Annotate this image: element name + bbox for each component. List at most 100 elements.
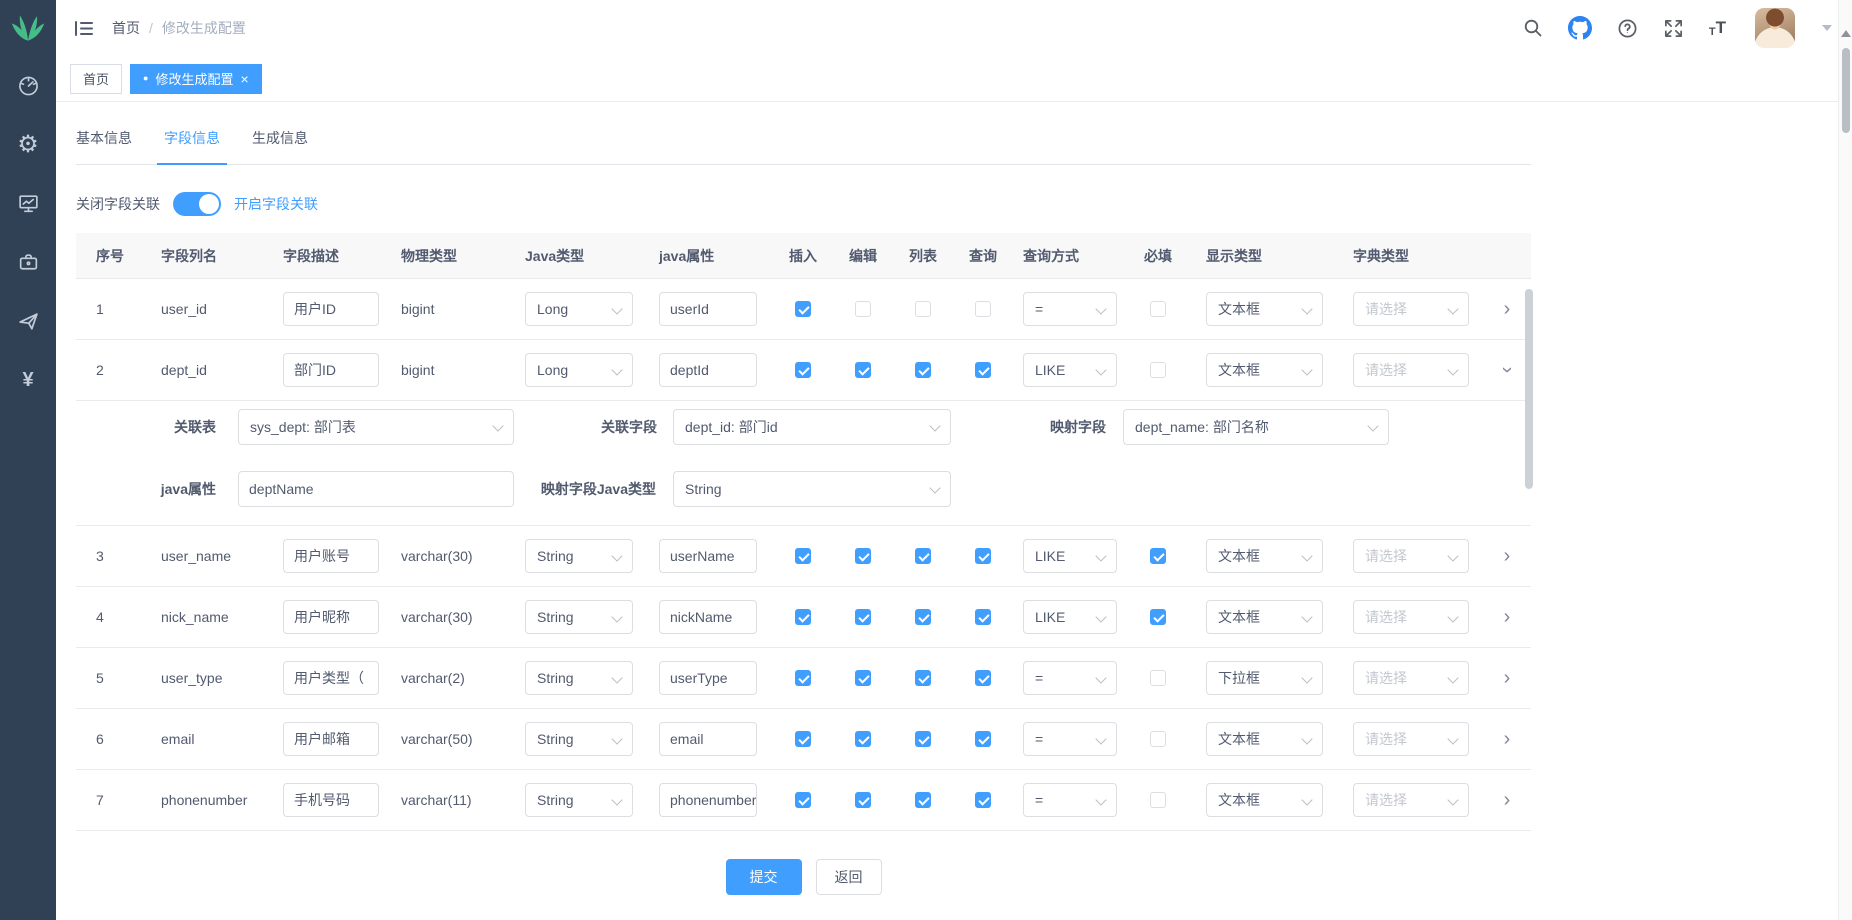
edit-checkbox[interactable] bbox=[855, 609, 871, 625]
required-checkbox[interactable] bbox=[1150, 670, 1166, 686]
query-checkbox[interactable] bbox=[975, 731, 991, 747]
java-field-input[interactable]: email bbox=[659, 722, 757, 756]
user-avatar[interactable] bbox=[1755, 8, 1795, 48]
row-expand-icon[interactable]: › bbox=[1504, 729, 1511, 749]
tab-basic-info[interactable]: 基本信息 bbox=[69, 128, 139, 165]
row-expand-icon[interactable]: › bbox=[1504, 668, 1511, 688]
java-type-select[interactable]: Long bbox=[525, 353, 633, 387]
submit-button[interactable]: 提交 bbox=[726, 859, 802, 895]
display-type-select[interactable]: 下拉框 bbox=[1206, 661, 1323, 695]
dict-type-select[interactable]: 请选择 bbox=[1353, 600, 1469, 634]
row-expand-icon[interactable]: › bbox=[1504, 299, 1511, 319]
column-desc-input[interactable]: 部门ID bbox=[283, 353, 379, 387]
query-type-select[interactable]: = bbox=[1023, 292, 1117, 326]
required-checkbox[interactable] bbox=[1150, 362, 1166, 378]
column-desc-input[interactable]: 用户ID bbox=[283, 292, 379, 326]
insert-checkbox[interactable] bbox=[795, 362, 811, 378]
tag-home[interactable]: 首页 bbox=[70, 64, 122, 94]
sidebar-item-settings[interactable]: ⚙ bbox=[0, 115, 56, 174]
table-scrollbar-thumb[interactable] bbox=[1525, 289, 1533, 489]
row-expand-icon[interactable]: › bbox=[1504, 546, 1511, 566]
query-type-select[interactable]: = bbox=[1023, 783, 1117, 817]
edit-checkbox[interactable] bbox=[855, 731, 871, 747]
java-field-input[interactable]: userId bbox=[659, 292, 757, 326]
sidebar-item-toolbox[interactable] bbox=[0, 233, 56, 292]
list-checkbox[interactable] bbox=[915, 609, 931, 625]
dict-type-select[interactable]: 请选择 bbox=[1353, 722, 1469, 756]
list-checkbox[interactable] bbox=[915, 548, 931, 564]
java-field-input[interactable]: deptId bbox=[659, 353, 757, 387]
java-field-input[interactable]: phonenumber bbox=[659, 783, 757, 817]
list-checkbox[interactable] bbox=[915, 670, 931, 686]
row-expand-icon[interactable]: › bbox=[1497, 367, 1517, 374]
tag-current-page[interactable]: ● 修改生成配置 × bbox=[130, 64, 262, 94]
dict-type-select[interactable]: 请选择 bbox=[1353, 539, 1469, 573]
query-checkbox[interactable] bbox=[975, 301, 991, 317]
tab-field-info[interactable]: 字段信息 bbox=[157, 128, 227, 165]
row-expand-icon[interactable]: › bbox=[1504, 790, 1511, 810]
column-desc-input[interactable]: 手机号码 bbox=[283, 783, 379, 817]
sidebar-item-finance[interactable]: ¥ bbox=[0, 351, 56, 410]
edit-checkbox[interactable] bbox=[855, 301, 871, 317]
sidebar-item-dashboard[interactable] bbox=[0, 56, 56, 115]
insert-checkbox[interactable] bbox=[795, 731, 811, 747]
map-field-select[interactable]: dept_name: 部门名称 bbox=[1123, 409, 1389, 445]
row-expand-icon[interactable]: › bbox=[1504, 607, 1511, 627]
insert-checkbox[interactable] bbox=[795, 609, 811, 625]
page-scrollbar-thumb[interactable] bbox=[1842, 48, 1850, 133]
required-checkbox[interactable] bbox=[1150, 548, 1166, 564]
dict-type-select[interactable]: 请选择 bbox=[1353, 353, 1469, 387]
edit-checkbox[interactable] bbox=[855, 670, 871, 686]
display-type-select[interactable]: 文本框 bbox=[1206, 353, 1323, 387]
display-type-select[interactable]: 文本框 bbox=[1206, 722, 1323, 756]
column-desc-input[interactable]: 用户邮箱 bbox=[283, 722, 379, 756]
insert-checkbox[interactable] bbox=[795, 670, 811, 686]
tag-close-icon[interactable]: × bbox=[240, 72, 248, 86]
query-type-select[interactable]: LIKE bbox=[1023, 353, 1117, 387]
required-checkbox[interactable] bbox=[1150, 792, 1166, 808]
tab-generate-info[interactable]: 生成信息 bbox=[245, 128, 315, 165]
dict-type-select[interactable]: 请选择 bbox=[1353, 292, 1469, 326]
insert-checkbox[interactable] bbox=[795, 792, 811, 808]
page-scrollbar[interactable] bbox=[1838, 0, 1852, 920]
column-desc-input[interactable]: 用户类型（ bbox=[283, 661, 379, 695]
relation-table-select[interactable]: sys_dept: 部门表 bbox=[238, 409, 514, 445]
menu-fold-icon[interactable] bbox=[74, 20, 94, 37]
query-checkbox[interactable] bbox=[975, 548, 991, 564]
column-desc-input[interactable]: 用户账号 bbox=[283, 539, 379, 573]
display-type-select[interactable]: 文本框 bbox=[1206, 292, 1323, 326]
display-type-select[interactable]: 文本框 bbox=[1206, 539, 1323, 573]
scrollbar-up-arrow-icon[interactable] bbox=[1841, 30, 1851, 37]
query-checkbox[interactable] bbox=[975, 670, 991, 686]
java-type-select[interactable]: String bbox=[525, 722, 633, 756]
dict-type-select[interactable]: 请选择 bbox=[1353, 783, 1469, 817]
insert-checkbox[interactable] bbox=[795, 301, 811, 317]
sidebar-item-send[interactable] bbox=[0, 292, 56, 351]
help-icon[interactable] bbox=[1617, 18, 1638, 39]
chevron-down-icon[interactable] bbox=[1822, 25, 1832, 31]
fullscreen-icon[interactable] bbox=[1663, 18, 1684, 39]
query-type-select[interactable]: LIKE bbox=[1023, 539, 1117, 573]
required-checkbox[interactable] bbox=[1150, 731, 1166, 747]
font-size-icon[interactable]: TT bbox=[1709, 18, 1726, 38]
java-type-select[interactable]: String bbox=[525, 539, 633, 573]
required-checkbox[interactable] bbox=[1150, 301, 1166, 317]
java-type-select[interactable]: String bbox=[525, 661, 633, 695]
java-type-select[interactable]: String bbox=[525, 600, 633, 634]
back-button[interactable]: 返回 bbox=[816, 859, 882, 895]
insert-checkbox[interactable] bbox=[795, 548, 811, 564]
query-type-select[interactable]: = bbox=[1023, 661, 1117, 695]
query-checkbox[interactable] bbox=[975, 792, 991, 808]
edit-checkbox[interactable] bbox=[855, 548, 871, 564]
github-icon[interactable] bbox=[1568, 16, 1592, 40]
edit-checkbox[interactable] bbox=[855, 362, 871, 378]
toggle-on-label[interactable]: 开启字段关联 bbox=[234, 194, 318, 214]
sidebar-item-monitor[interactable] bbox=[0, 174, 56, 233]
dict-type-select[interactable]: 请选择 bbox=[1353, 661, 1469, 695]
list-checkbox[interactable] bbox=[915, 731, 931, 747]
display-type-select[interactable]: 文本框 bbox=[1206, 783, 1323, 817]
field-relation-switch[interactable] bbox=[173, 192, 221, 216]
edit-checkbox[interactable] bbox=[855, 792, 871, 808]
query-checkbox[interactable] bbox=[975, 609, 991, 625]
java-type-select[interactable]: Long bbox=[525, 292, 633, 326]
